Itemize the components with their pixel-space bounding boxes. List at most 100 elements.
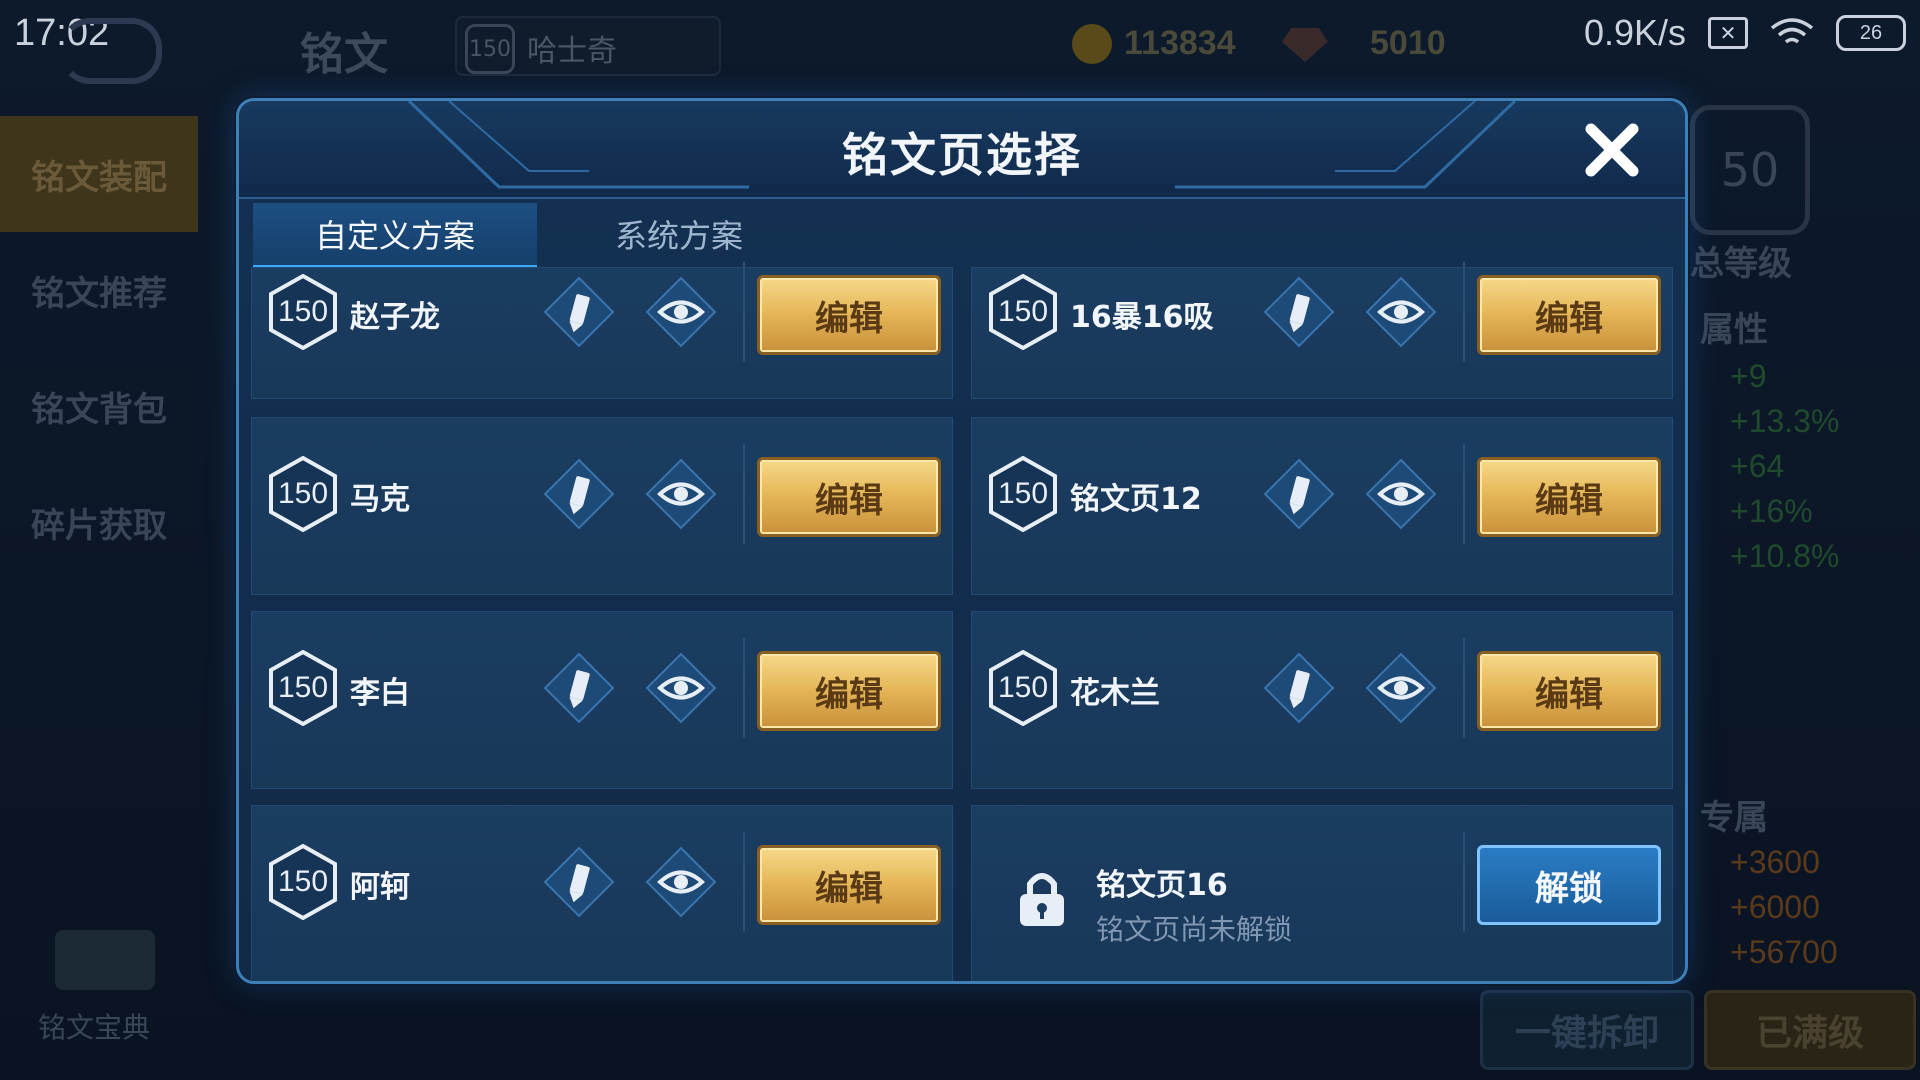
- tab-custom-plans[interactable]: 自定义方案: [253, 203, 537, 270]
- rune-page-card[interactable]: 150 李白 编辑: [251, 611, 953, 789]
- rename-pencil-icon[interactable]: [542, 275, 616, 349]
- lock-icon: [1020, 873, 1064, 926]
- net-speed: 0.9K/s: [1583, 12, 1686, 53]
- card-divider: [1463, 832, 1465, 932]
- edit-button[interactable]: 编辑: [1477, 275, 1661, 355]
- level-hex-badge: 150: [988, 273, 1058, 351]
- rune-page-select-dialog: 铭文页选择 自定义方案 系统方案 150 赵子龙 编辑 150 16暴16吸 编辑 150 马…: [236, 98, 1688, 984]
- attr-value: +64: [1730, 448, 1785, 484]
- rune-page-card[interactable]: 150 铭文页12 编辑: [971, 417, 1673, 595]
- preview-eye-icon[interactable]: [644, 275, 718, 349]
- level-hex-badge: 150: [268, 649, 338, 727]
- preview-eye-icon[interactable]: [1364, 275, 1438, 349]
- card-divider: [743, 444, 745, 544]
- page-name: 阿轲: [350, 870, 410, 905]
- rename-pencil-icon[interactable]: [542, 845, 616, 919]
- level-hex-badge: 150: [988, 455, 1058, 533]
- status-bar: 17:02 0.9K/s ✕ 26: [0, 0, 1920, 84]
- locked-rune-page-card: 铭文页16 铭文页尚未解锁 解锁: [971, 805, 1673, 981]
- sim-error-icon: ✕: [1708, 17, 1748, 49]
- preview-eye-icon[interactable]: [644, 651, 718, 725]
- maxed-button: 已满级: [1704, 990, 1916, 1070]
- attr-value: +9: [1730, 358, 1767, 394]
- edit-button[interactable]: 编辑: [1477, 457, 1661, 537]
- rename-pencil-icon[interactable]: [542, 457, 616, 531]
- rune-page-card[interactable]: 150 马克 编辑: [251, 417, 953, 595]
- level-hex-badge: 150: [988, 649, 1058, 727]
- page-name: 马克: [350, 482, 410, 517]
- card-divider: [743, 832, 745, 932]
- total-level-label: 总等级: [1690, 244, 1792, 284]
- preview-eye-icon[interactable]: [1364, 457, 1438, 531]
- page-name: 铭文页12: [1070, 482, 1202, 517]
- rename-pencil-icon[interactable]: [1262, 457, 1336, 531]
- locked-page-name: 铭文页16: [1096, 868, 1228, 903]
- preview-eye-icon[interactable]: [644, 845, 718, 919]
- sidebar-item-fragments[interactable]: 碎片获取: [0, 464, 198, 580]
- wifi-icon: [1770, 18, 1814, 44]
- card-divider: [1463, 262, 1465, 362]
- close-button[interactable]: [1579, 117, 1645, 183]
- codex-book-icon[interactable]: [55, 930, 155, 990]
- preview-eye-icon[interactable]: [644, 457, 718, 531]
- card-divider: [1463, 638, 1465, 738]
- page-name: 李白: [350, 676, 410, 711]
- preview-eye-icon[interactable]: [1364, 651, 1438, 725]
- page-level: 150: [997, 295, 1049, 328]
- page-level: 150: [277, 671, 329, 704]
- rename-pencil-icon[interactable]: [542, 651, 616, 725]
- rune-page-card[interactable]: 150 赵子龙 编辑: [251, 262, 953, 399]
- edit-button[interactable]: 编辑: [757, 651, 941, 731]
- rune-page-card[interactable]: 150 花木兰 编辑: [971, 611, 1673, 789]
- card-divider: [1463, 444, 1465, 544]
- exclusive-header: 专属: [1700, 798, 1768, 838]
- attr-value: +10.8%: [1730, 538, 1840, 574]
- page-level: 150: [997, 671, 1049, 704]
- gold-coin-icon: [1072, 24, 1112, 64]
- page-name: 花木兰: [1070, 676, 1160, 711]
- edit-button[interactable]: 编辑: [757, 845, 941, 925]
- gem-amount: 5010: [1370, 24, 1446, 62]
- page-level: 150: [277, 865, 329, 898]
- dismantle-all-button[interactable]: 一键拆卸: [1480, 990, 1694, 1070]
- back-arrow-icon[interactable]: [60, 18, 162, 84]
- card-divider: [743, 638, 745, 738]
- rune-page-card[interactable]: 150 16暴16吸 编辑: [971, 262, 1673, 399]
- locked-page-status: 铭文页尚未解锁: [1096, 913, 1293, 946]
- unlock-button[interactable]: 解锁: [1477, 845, 1661, 925]
- rune-page-card[interactable]: 150 阿轲 编辑: [251, 805, 953, 981]
- tab-system-plans[interactable]: 系统方案: [537, 203, 821, 265]
- level-hex-badge: 150: [268, 273, 338, 351]
- player-pill: 150 哈士奇: [455, 16, 721, 76]
- edit-button[interactable]: 编辑: [757, 457, 941, 537]
- player-level: 150: [465, 24, 515, 74]
- status-right: 0.9K/s ✕ 26: [1584, 12, 1906, 54]
- page-level: 150: [277, 295, 329, 328]
- exclusive-value: +56700: [1730, 934, 1838, 970]
- page-level: 150: [997, 477, 1049, 510]
- card-divider: [743, 262, 745, 362]
- dialog-title: 铭文页选择: [842, 128, 1082, 182]
- edit-button[interactable]: 编辑: [1477, 651, 1661, 731]
- sidebar-item-recommend[interactable]: 铭文推荐: [0, 232, 198, 348]
- sidebar-item-bag[interactable]: 铭文背包: [0, 348, 198, 464]
- rename-pencil-icon[interactable]: [1262, 275, 1336, 349]
- edit-button[interactable]: 编辑: [757, 275, 941, 355]
- exclusive-value: +3600: [1730, 844, 1820, 880]
- attr-value: +13.3%: [1730, 403, 1840, 439]
- sidebar-item-equip[interactable]: 铭文装配: [0, 116, 198, 232]
- tab-bar: 自定义方案 系统方案: [253, 203, 821, 270]
- screen-title: 铭文: [300, 29, 388, 80]
- page-name: 16暴16吸: [1070, 300, 1214, 335]
- codex-label: 铭文宝典: [38, 1011, 151, 1044]
- total-level-hex: 50: [1690, 105, 1810, 235]
- dialog-header: 铭文页选择: [239, 101, 1685, 199]
- rename-pencil-icon[interactable]: [1262, 651, 1336, 725]
- gold-amount: 113834: [1124, 24, 1236, 62]
- battery-icon: 26: [1836, 15, 1906, 51]
- level-hex-badge: 150: [268, 455, 338, 533]
- level-hex-badge: 150: [268, 843, 338, 921]
- page-name: 赵子龙: [350, 300, 440, 335]
- exclusive-value: +6000: [1730, 889, 1820, 925]
- page-level: 150: [277, 477, 329, 510]
